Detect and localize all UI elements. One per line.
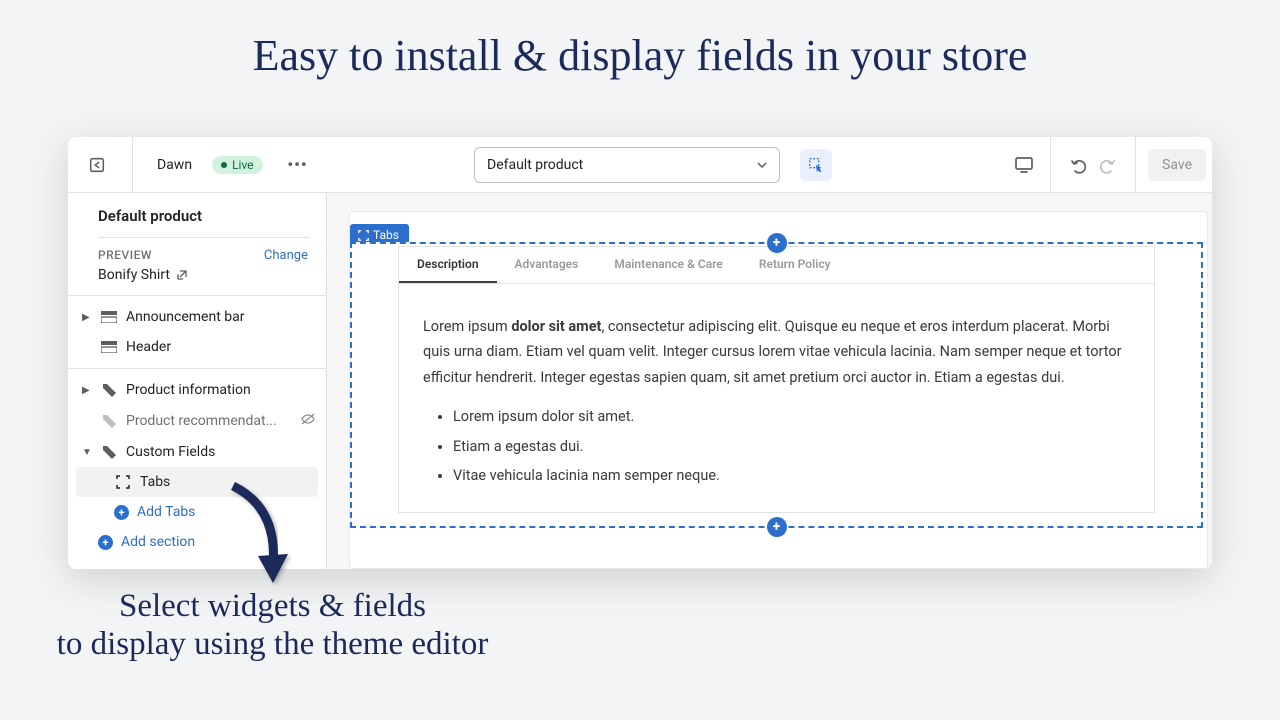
divider (98, 237, 310, 238)
divider (68, 295, 326, 296)
tab-advantages[interactable]: Advantages (497, 247, 597, 283)
undo-redo-group (1057, 155, 1129, 175)
tab-return-policy[interactable]: Return Policy (741, 247, 849, 283)
sidebar-item-label: Header (126, 339, 171, 355)
sidebar-item-product-recommendations[interactable]: Product recommendat... (68, 405, 326, 437)
list-item: Lorem ipsum dolor sit amet. (453, 404, 1130, 429)
change-link[interactable]: Change (264, 248, 308, 263)
exit-button[interactable] (80, 148, 114, 182)
sidebar-item-label: Announcement bar (126, 309, 245, 325)
tab-maintenance[interactable]: Maintenance & Care (596, 247, 741, 283)
divider (132, 137, 133, 193)
caption-line1: Select widgets & fields (40, 588, 505, 626)
tag-icon (100, 383, 118, 397)
tab-description[interactable]: Description (399, 247, 497, 283)
caret-right-icon: ▶ (82, 385, 92, 396)
bullet-list: Lorem ipsum dolor sit amet. Etiam a eges… (423, 404, 1130, 488)
topbar: Dawn Live ••• Default product Save (68, 137, 1212, 193)
fullscreen-icon (114, 475, 132, 489)
tabs-widget: Description Advantages Maintenance & Car… (398, 246, 1155, 513)
live-label: Live (232, 158, 253, 172)
undo-icon[interactable] (1069, 155, 1089, 175)
editor-body: Default product PREVIEW Change Bonify Sh… (68, 193, 1212, 569)
list-item: Vitae vehicula lacinia nam semper neque. (453, 463, 1130, 488)
plus-circle-icon: + (98, 535, 113, 550)
template-select-value: Default product (487, 157, 583, 173)
sidebar-item-custom-fields[interactable]: ▼ Custom Fields (68, 437, 326, 467)
live-badge: Live (212, 156, 262, 174)
divider (1135, 137, 1136, 193)
live-dot-icon (221, 162, 227, 168)
section-icon (100, 310, 118, 324)
add-section-label: Add section (121, 534, 195, 550)
save-button[interactable]: Save (1148, 149, 1206, 181)
caret-down-icon (757, 162, 767, 168)
add-tabs-label: Add Tabs (137, 504, 195, 520)
tab-body: Lorem ipsum dolor sit amet, consectetur … (399, 284, 1154, 512)
add-after-button[interactable]: + (767, 517, 787, 537)
body-text: Lorem ipsum (423, 318, 511, 335)
hidden-icon (300, 412, 316, 430)
fullscreen-icon (358, 230, 369, 241)
block-label-text: Tabs (373, 228, 399, 242)
tag-icon (100, 445, 118, 459)
add-section-link[interactable]: + Add section (68, 527, 326, 557)
viewport-button[interactable] (1004, 156, 1044, 174)
external-link-icon (176, 269, 188, 281)
tab-paragraph: Lorem ipsum dolor sit amet, consectetur … (423, 314, 1130, 390)
add-before-button[interactable]: + (767, 233, 787, 253)
sidebar-child-label: Tabs (140, 474, 170, 490)
theme-editor: Dawn Live ••• Default product Save Defau (68, 137, 1212, 569)
topbar-left: Dawn Live ••• (80, 137, 313, 193)
preview-label: PREVIEW (98, 248, 152, 263)
section-icon (100, 340, 118, 354)
sidebar: Default product PREVIEW Change Bonify Sh… (68, 193, 327, 569)
inspector-button[interactable] (800, 149, 832, 181)
add-tabs-link[interactable]: + Add Tabs (68, 497, 326, 527)
preview-canvas: Tabs + + Description Advantages Maintena… (327, 193, 1212, 569)
divider (68, 368, 326, 369)
sidebar-child-tabs[interactable]: Tabs (76, 467, 318, 497)
caret-down-icon: ▼ (82, 447, 92, 458)
plus-circle-icon: + (114, 505, 129, 520)
sidebar-item-label: Product recommendat... (126, 413, 277, 429)
sidebar-item-label: Custom Fields (126, 444, 215, 460)
exit-icon (88, 156, 106, 174)
divider (1050, 137, 1051, 193)
theme-name: Dawn (157, 157, 192, 173)
caret-right-icon: ▶ (82, 312, 92, 323)
sidebar-item-header[interactable]: Header (68, 332, 326, 362)
redo-icon[interactable] (1097, 155, 1117, 175)
desktop-icon (1014, 156, 1034, 174)
more-button[interactable]: ••• (283, 155, 313, 174)
sidebar-title: Default product (68, 207, 326, 237)
page-headline: Easy to install & display fields in your… (0, 0, 1280, 81)
annotation-caption: Select widgets & fields to display using… (40, 588, 505, 664)
topbar-right: Save (1004, 137, 1212, 192)
list-item: Etiam a egestas dui. (453, 434, 1130, 459)
sidebar-item-announcement-bar[interactable]: ▶ Announcement bar (68, 302, 326, 332)
template-select[interactable]: Default product (474, 147, 780, 183)
preview-item[interactable]: Bonify Shirt (68, 265, 326, 295)
sidebar-item-product-information[interactable]: ▶ Product information (68, 375, 326, 405)
tag-icon (100, 414, 118, 428)
preview-row: PREVIEW Change (68, 248, 326, 265)
canvas-inner: Tabs + + Description Advantages Maintena… (349, 211, 1208, 569)
caption-line2: to display using the theme editor (40, 626, 505, 664)
inspector-icon (807, 156, 825, 174)
body-bold: dolor sit amet (511, 318, 601, 335)
sidebar-item-label: Product information (126, 382, 251, 398)
selected-block[interactable]: + + Description Advantages Maintenance &… (350, 242, 1203, 528)
preview-item-name: Bonify Shirt (98, 267, 170, 283)
